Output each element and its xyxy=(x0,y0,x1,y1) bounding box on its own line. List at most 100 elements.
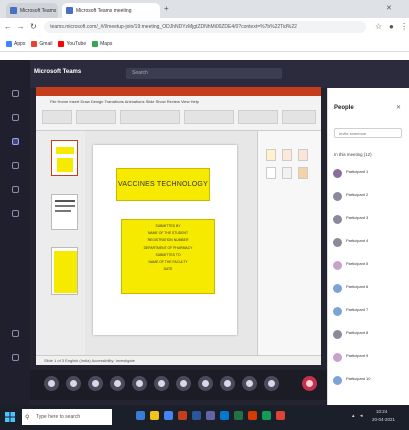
hang-up-icon xyxy=(306,380,313,387)
rooms-icon xyxy=(202,380,209,387)
people-panel-title: People xyxy=(334,105,354,111)
file-explorer-icon[interactable] xyxy=(150,411,159,420)
teams-search-input[interactable]: Search xyxy=(126,68,282,79)
ribbon-group-drawing[interactable] xyxy=(238,110,278,124)
office-icon[interactable] xyxy=(248,411,257,420)
slide-thumb-2[interactable] xyxy=(51,194,78,230)
design-ideas-pane xyxy=(257,131,321,355)
slide-title[interactable]: VACCINES TECHNOLOGY xyxy=(116,168,210,201)
participant-item[interactable]: Participant 2 xyxy=(333,189,405,211)
star-icon[interactable]: ☆ xyxy=(374,22,384,32)
participant-name: Participant 10 xyxy=(346,376,371,381)
chrome-icon[interactable] xyxy=(164,411,173,420)
ribbon-group-clipboard[interactable] xyxy=(42,110,72,124)
avatar xyxy=(333,169,342,178)
help-icon[interactable] xyxy=(12,354,19,361)
new-tab-icon[interactable]: + xyxy=(164,4,169,13)
participant-item[interactable]: Participant 3 xyxy=(333,212,405,234)
browser-tab-1[interactable]: Microsoft Teams xyxy=(6,3,58,18)
taskbar-search-input[interactable]: Type here to search xyxy=(22,409,112,425)
participant-item[interactable]: Participant 4 xyxy=(333,235,405,257)
chat-icon xyxy=(158,380,165,387)
participant-item[interactable]: Participant 8 xyxy=(333,327,405,349)
ribbon-group-slides[interactable] xyxy=(76,110,116,124)
chat-icon[interactable] xyxy=(12,114,19,121)
bookmark-gmail[interactable]: Gmail xyxy=(31,40,52,47)
activity-icon[interactable] xyxy=(12,90,19,97)
back-icon[interactable]: ← xyxy=(3,22,13,32)
word-icon[interactable] xyxy=(192,411,201,420)
teams-taskbar-icon[interactable] xyxy=(206,411,215,420)
reload-icon[interactable]: ↻ xyxy=(28,22,38,32)
design-option[interactable] xyxy=(298,167,308,179)
camera-button[interactable] xyxy=(44,376,59,391)
excel-icon[interactable] xyxy=(234,411,243,420)
design-option[interactable] xyxy=(282,149,292,161)
participant-item[interactable]: Participant 7 xyxy=(333,304,405,326)
breakout-button[interactable] xyxy=(198,376,213,391)
taskbar-clock[interactable]: 10:24 xyxy=(376,409,387,414)
reactions-button[interactable] xyxy=(220,376,235,391)
apps-icon[interactable] xyxy=(12,330,19,337)
design-option[interactable] xyxy=(298,149,308,161)
ribbon-group-editing[interactable] xyxy=(282,110,316,124)
avatar xyxy=(333,261,342,270)
avatar xyxy=(333,353,342,362)
slide-body-line: SUBMITTED BY xyxy=(155,224,181,228)
gmail-icon xyxy=(31,40,38,47)
taskbar-date[interactable]: 20-04-2021 xyxy=(372,417,395,422)
close-window-icon[interactable]: ✕ xyxy=(386,4,392,12)
design-option[interactable] xyxy=(266,149,276,161)
avatar xyxy=(333,307,342,316)
close-icon[interactable]: ✕ xyxy=(396,104,401,111)
settings-button[interactable] xyxy=(242,376,257,391)
more-actions-button[interactable] xyxy=(110,376,125,391)
powerpoint-icon[interactable] xyxy=(178,411,187,420)
participant-item[interactable]: Participant 5 xyxy=(333,258,405,280)
profile-icon[interactable]: ● xyxy=(387,22,397,32)
edge-icon[interactable] xyxy=(220,411,229,420)
mic-button[interactable] xyxy=(66,376,81,391)
calendar-icon[interactable] xyxy=(12,162,19,169)
slide-thumb-3[interactable] xyxy=(51,247,78,295)
slide-body-line: REGISTRATION NUMBER xyxy=(147,238,189,243)
menu-icon[interactable]: ⋮ xyxy=(399,22,409,32)
participant-item[interactable]: Participant 10 xyxy=(333,373,405,395)
device-button[interactable] xyxy=(264,376,279,391)
windows-start-icon[interactable] xyxy=(5,412,15,422)
participant-item[interactable]: Participant 1 xyxy=(333,166,405,188)
teams-favicon-icon xyxy=(66,7,73,14)
participants-button[interactable] xyxy=(176,376,191,391)
design-option[interactable] xyxy=(282,167,292,179)
app-icon[interactable] xyxy=(262,411,271,420)
network-icon[interactable]: ▴ xyxy=(352,413,355,419)
camera-icon xyxy=(48,380,55,387)
slide-body-box[interactable]: SUBMITTED BY NAME OF THE STUDENT REGISTR… xyxy=(121,219,215,294)
volume-icon[interactable]: ◂ xyxy=(360,413,363,419)
bookmark-apps[interactable]: Apps xyxy=(6,40,25,47)
ribbon-tabs[interactable]: File Home Insert Draw Design Transitions… xyxy=(50,99,199,104)
ribbon-group-paragraph[interactable] xyxy=(184,110,234,124)
participant-item[interactable]: Participant 9 xyxy=(333,350,405,372)
task-view-icon[interactable] xyxy=(136,411,145,420)
ribbon-group-font[interactable] xyxy=(120,110,180,124)
raise-hand-button[interactable] xyxy=(132,376,147,391)
address-input[interactable]: teams.microsoft.com/_#/l/meetup-join/19:… xyxy=(44,21,366,33)
bookmark-youtube[interactable]: YouTube xyxy=(58,40,86,47)
invite-input[interactable]: Invite someone xyxy=(334,128,402,138)
share-button[interactable] xyxy=(88,376,103,391)
slide-thumb-1[interactable] xyxy=(51,140,78,176)
design-option[interactable] xyxy=(266,167,276,179)
browser-tab-2[interactable]: Microsoft Teams meeting xyxy=(62,3,160,18)
forward-icon[interactable]: → xyxy=(16,22,26,32)
bookmark-maps[interactable]: Maps xyxy=(92,40,112,47)
participant-item[interactable]: Participant 6 xyxy=(333,281,405,303)
teams-icon[interactable] xyxy=(12,138,19,145)
participant-name: Participant 6 xyxy=(346,284,369,289)
app-icon[interactable] xyxy=(276,411,285,420)
leave-call-button[interactable] xyxy=(302,376,317,391)
chat-button[interactable] xyxy=(154,376,169,391)
people-section-header[interactable]: In this meeting (12) xyxy=(334,152,372,157)
calls-icon[interactable] xyxy=(12,186,19,193)
files-icon[interactable] xyxy=(12,210,19,217)
